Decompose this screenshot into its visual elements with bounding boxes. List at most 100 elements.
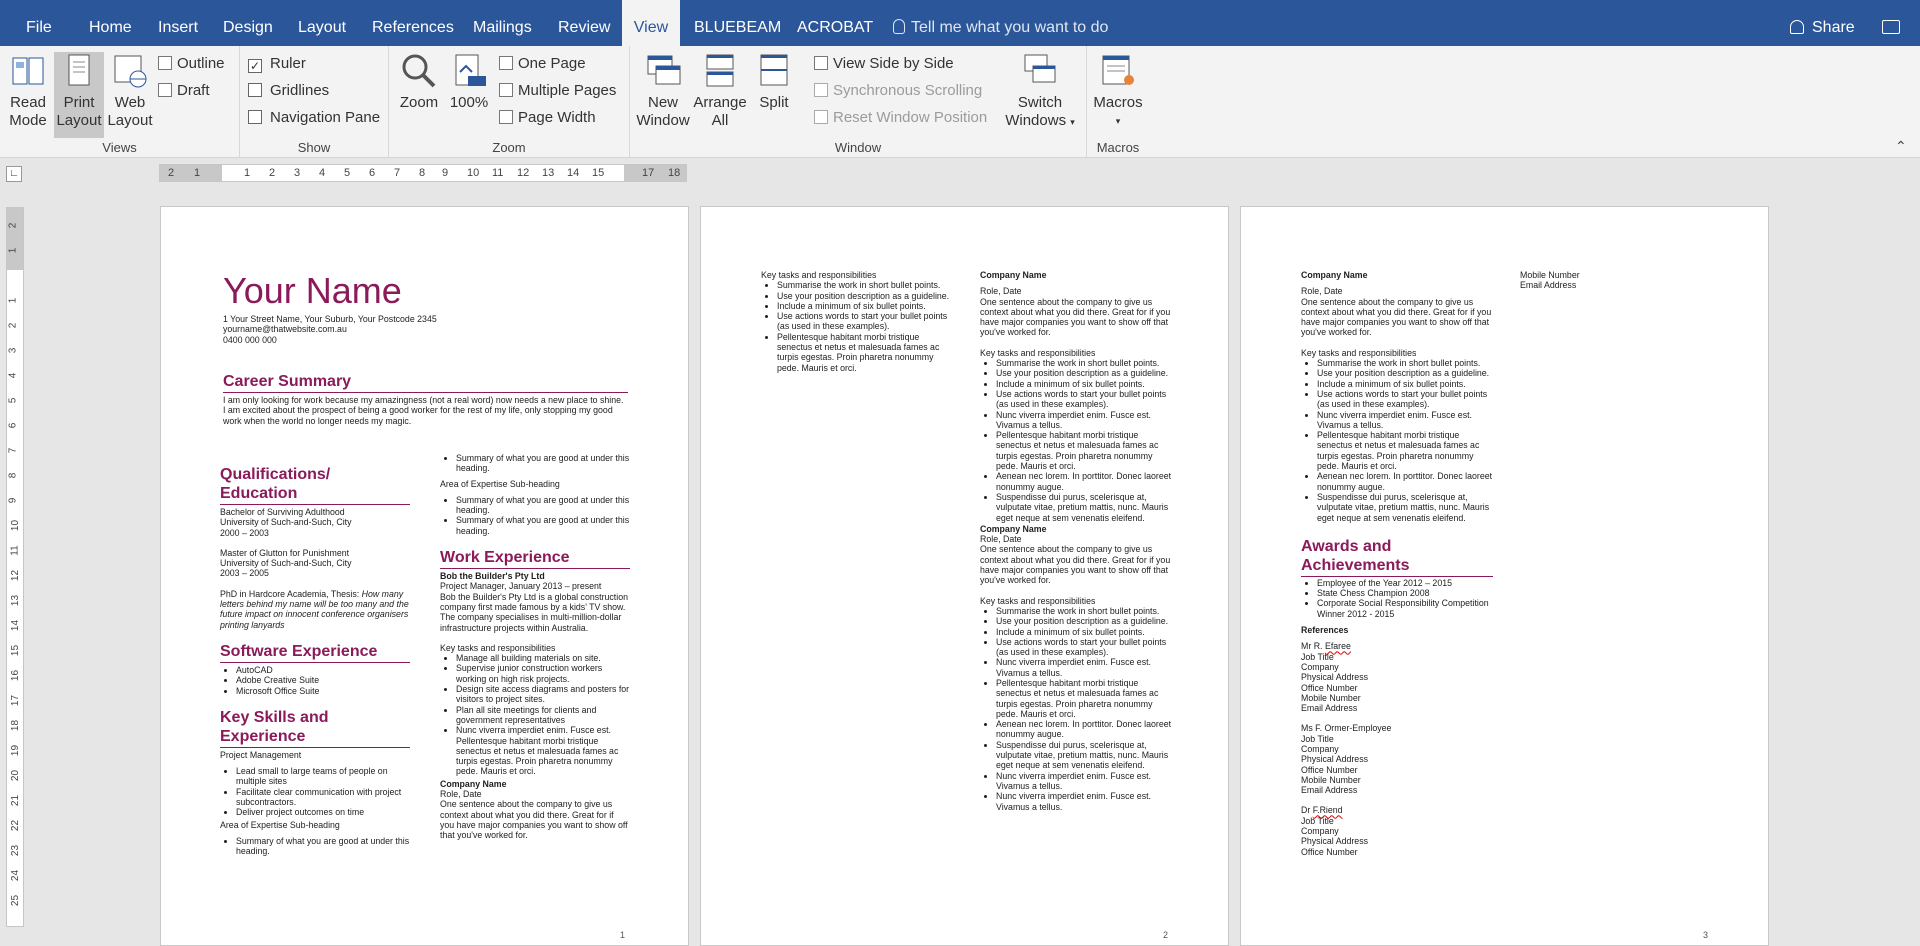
qualification-3: PhD in Hardcore Academia, Thesis: How ma… [220, 589, 410, 630]
synchronous-scrolling-button[interactable]: Synchronous Scrolling [814, 80, 982, 102]
references-heading: References [1301, 625, 1349, 636]
zoom-100-button[interactable]: 100% [445, 52, 493, 138]
tab-insert[interactable]: Insert [158, 0, 198, 46]
tab-view[interactable]: View [622, 0, 680, 47]
page-width-button[interactable]: Page Width [499, 107, 596, 129]
ruler-tick: 4 [319, 167, 326, 179]
ruler-tick: 1 [244, 167, 251, 179]
ruler-tick: 2 [7, 222, 19, 229]
list-item: Summarise the work in short bullet point… [996, 606, 1172, 616]
list-item: Pellentesque habitant morbi tristique se… [996, 430, 1172, 471]
ruler-tick: 8 [7, 472, 19, 479]
view-side-by-side-button[interactable]: View Side by Side [814, 53, 954, 75]
ruler-tick: 23 [10, 844, 22, 857]
read-mode-button[interactable]: Read Mode [4, 52, 52, 138]
ruler-tick: 17 [642, 167, 655, 179]
zoom-button[interactable]: Zoom [395, 52, 443, 138]
tab-mailings[interactable]: Mailings [473, 0, 532, 46]
list-item: Deliver project outcomes on time [236, 807, 410, 817]
ruler-tick: 9 [7, 497, 19, 504]
list-item: Use your position description as a guide… [777, 291, 951, 301]
page-width-label: Page Width [518, 109, 596, 126]
list-item: Use your position description as a guide… [1317, 368, 1493, 378]
tab-design[interactable]: Design [223, 0, 273, 46]
new-window-button[interactable]: New Window [636, 52, 690, 138]
list-item: Use actions words to start your bullet p… [1317, 389, 1493, 410]
navigation-pane-checkbox[interactable]: Navigation Pane [248, 107, 380, 129]
tasks-heading: Key tasks and responsibilities [1301, 347, 1417, 358]
multiple-pages-button[interactable]: Multiple Pages [499, 80, 616, 102]
list-item: Plan all site meetings for clients and g… [456, 705, 630, 726]
collapse-ribbon-icon[interactable]: ⌃ [1895, 138, 1907, 155]
one-page-icon [499, 56, 513, 70]
tasks-list: Summarise the work in short bullet point… [980, 358, 1172, 523]
tab-file[interactable]: File [26, 0, 52, 46]
one-page-button[interactable]: One Page [499, 53, 586, 75]
ruler-tick: 10 [467, 167, 480, 179]
tasks-heading: Key tasks and responsibilities [761, 270, 877, 280]
ruler-tick: 10 [10, 519, 22, 532]
list-item: Aenean nec lorem. In porttitor. Donec la… [996, 719, 1172, 740]
page-number: 3 [1703, 929, 1709, 940]
tab-review[interactable]: Review [558, 0, 610, 46]
outline-label: Outline [177, 55, 225, 72]
ruler-tick: 15 [10, 644, 22, 657]
list-item: Nunc viverra imperdiet enim. Fusce est. … [996, 657, 1172, 678]
print-layout-button[interactable]: Print Layout [54, 52, 104, 138]
ruler-checkbox[interactable]: ✓ Ruler [248, 53, 306, 75]
macros-button[interactable]: Macros ▾ [1091, 52, 1145, 138]
split-button[interactable]: Split [752, 52, 796, 138]
ref-line: Job Title [1301, 651, 1334, 662]
web-label-2: Layout [107, 112, 153, 129]
tab-layout[interactable]: Layout [298, 0, 346, 46]
horizontal-ruler[interactable]: 2 1 1 2 3 4 5 6 7 8 9 10 11 12 13 14 15 … [159, 164, 687, 182]
check-icon: ✓ [248, 59, 262, 73]
job-role: Project Manager, January 2013 – present [440, 581, 602, 592]
gridlines-checkbox[interactable]: Gridlines [248, 80, 329, 102]
ref-line: Company [1301, 661, 1339, 672]
qual-heading-line-2: Education [220, 485, 298, 502]
list-item: Include a minimum of six bullet points. [996, 379, 1172, 389]
tab-selector-icon[interactable]: ∟ [6, 166, 22, 182]
tasks-list: Summarise the work in short bullet point… [761, 280, 951, 373]
document-page-2[interactable]: Key tasks and responsibilities Summarise… [700, 206, 1229, 946]
ref-line: Email Address [1301, 703, 1358, 714]
ref-line: Email Address [1301, 785, 1358, 796]
comment-icon[interactable] [1882, 20, 1900, 34]
list-item: Suspendisse dui purus, scelerisque at, v… [1317, 492, 1493, 523]
web-layout-button[interactable]: Web Layout [106, 52, 154, 138]
tab-bluebeam[interactable]: BLUEBEAM [694, 0, 781, 46]
list-item: Use actions words to start your bullet p… [996, 637, 1172, 658]
group-window-label: Window [834, 140, 882, 155]
read-label-1: Read [10, 94, 46, 111]
summary-list-top: Summary of what you are good at under th… [440, 453, 630, 474]
list-item: Corporate Social Responsibility Competit… [1317, 598, 1493, 619]
document-page-1[interactable]: Your Name 1 Your Street Name, Your Subur… [160, 206, 689, 946]
ruler-tick: 17 [10, 694, 22, 707]
ruler-tick: 25 [10, 894, 22, 907]
switch-windows-button[interactable]: Switch Windows ▾ [1000, 52, 1080, 138]
reset-pos-icon [814, 110, 828, 124]
career-summary-text: I am only looking for work because my am… [223, 395, 624, 426]
list-item: Summarise the work in short bullet point… [996, 358, 1172, 368]
list-item: Include a minimum of six bullet points. [1317, 379, 1493, 389]
document-page-3[interactable]: Company Name Role, Date One sentence abo… [1240, 206, 1769, 946]
phone-text: 0400 000 000 [223, 334, 277, 345]
resume-name: Your Name [223, 270, 402, 311]
arrange-all-button[interactable]: Arrange All [692, 52, 748, 138]
tab-references[interactable]: References [372, 0, 454, 46]
tab-acrobat[interactable]: ACROBAT [797, 0, 873, 46]
outline-button[interactable]: Outline [158, 53, 225, 75]
ruler-tick: 7 [394, 167, 401, 179]
side-by-side-icon [814, 56, 828, 70]
vertical-ruler[interactable]: 2 1 1 2 3 4 5 6 7 8 9 10 11 12 13 14 15 … [6, 207, 24, 927]
lightbulb-icon [893, 19, 905, 34]
ruler-tick: 24 [10, 869, 22, 882]
tab-home[interactable]: Home [89, 0, 132, 46]
ruler-tick: 1 [7, 247, 19, 254]
draft-label: Draft [177, 82, 210, 99]
qual-line: PhD in Hardcore Academia, Thesis: [220, 588, 362, 599]
draft-button[interactable]: Draft [158, 80, 210, 102]
list-item: Include a minimum of six bullet points. [777, 301, 951, 311]
reset-window-position-button[interactable]: Reset Window Position [814, 107, 987, 129]
